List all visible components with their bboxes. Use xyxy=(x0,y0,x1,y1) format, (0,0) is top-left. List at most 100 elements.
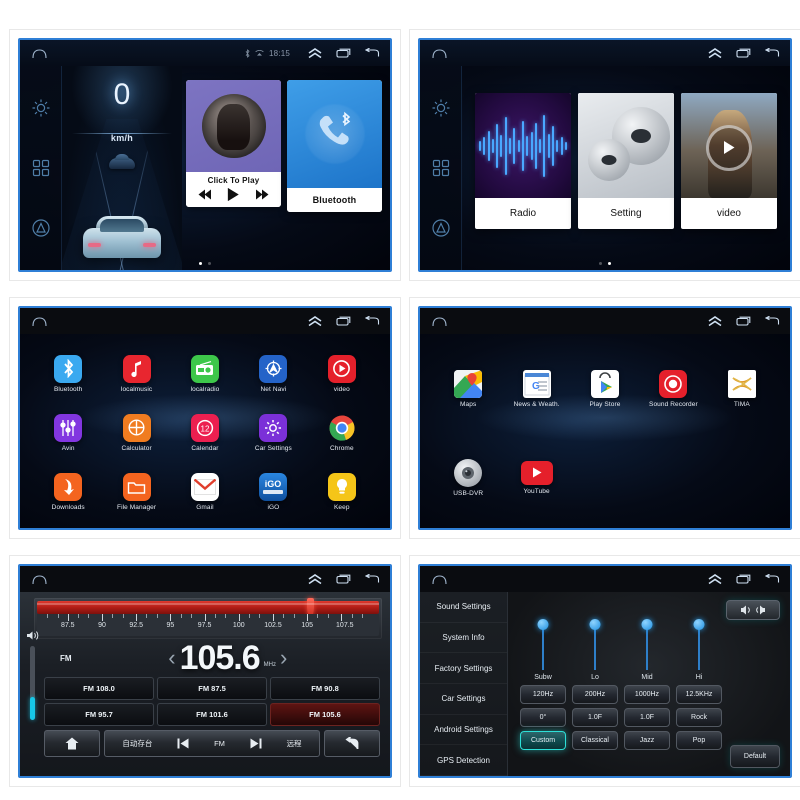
preset-button[interactable]: FM 101.6 xyxy=(157,703,267,726)
app-net-navi[interactable]: Net Navi xyxy=(239,344,307,403)
apps-grid-icon[interactable] xyxy=(31,158,51,178)
slider-hi[interactable]: Hi xyxy=(676,619,722,681)
balance-speakers-icon[interactable] xyxy=(726,600,780,620)
back-icon[interactable] xyxy=(765,316,780,326)
chevron-right-icon[interactable]: › xyxy=(280,647,287,669)
recents-icon[interactable] xyxy=(336,574,351,584)
speedometer-widget[interactable]: 0 km/h xyxy=(62,66,182,270)
recents-icon[interactable] xyxy=(736,574,751,584)
chevron-left-icon[interactable]: ‹ xyxy=(168,647,175,669)
slider-knob[interactable] xyxy=(589,619,601,630)
play-icon[interactable] xyxy=(227,188,240,201)
band-button[interactable]: FM xyxy=(214,739,225,748)
tile-video[interactable]: video xyxy=(681,93,777,229)
eq-freq-button[interactable]: 120Hz xyxy=(520,685,566,704)
autostore-button[interactable]: 自动存台 xyxy=(122,738,152,749)
back-icon[interactable] xyxy=(765,48,780,58)
preset-button-active[interactable]: FM 105.6 xyxy=(270,703,380,726)
app-usb-dvr[interactable]: USB-DVR xyxy=(434,433,502,522)
slider-knob[interactable] xyxy=(641,619,653,630)
chevron-up-icon[interactable] xyxy=(708,573,722,585)
tuner-bar[interactable] xyxy=(37,598,379,617)
page-dot[interactable] xyxy=(208,262,211,265)
app-gmail[interactable]: Gmail xyxy=(171,463,239,522)
eq-freq-button[interactable]: 200Hz xyxy=(572,685,618,704)
tuner-widget[interactable]: 87.5 90 92.5 95 97.5 100 102.5 105 107.5 xyxy=(34,598,382,639)
app-localradio[interactable]: localradio xyxy=(171,344,239,403)
slider-knob[interactable] xyxy=(537,619,549,630)
app-calendar[interactable]: 12 Calendar xyxy=(171,403,239,462)
app-video[interactable]: video xyxy=(308,344,376,403)
preset-button[interactable]: FM 95.7 xyxy=(44,703,154,726)
app-play-store[interactable]: Play Store xyxy=(571,344,639,433)
app-chrome[interactable]: Chrome xyxy=(308,403,376,462)
preset-button[interactable]: FM 90.8 xyxy=(270,677,380,700)
nav-item-gps-detection[interactable]: GPS Detection xyxy=(420,745,507,776)
chevron-up-icon[interactable] xyxy=(308,315,322,327)
eq-preset-custom[interactable]: Custom xyxy=(520,731,566,750)
back-icon[interactable] xyxy=(365,48,380,58)
app-downloads[interactable]: Downloads xyxy=(34,463,102,522)
home-icon[interactable] xyxy=(32,316,47,327)
preset-button[interactable]: FM 108.0 xyxy=(44,677,154,700)
home-icon[interactable] xyxy=(432,316,447,327)
next-track-icon[interactable] xyxy=(255,189,269,200)
slider-lo[interactable]: Lo xyxy=(572,619,618,681)
app-keep[interactable]: Keep xyxy=(308,463,376,522)
eq-freq-button[interactable]: 12.5KHz xyxy=(676,685,722,704)
page-dot[interactable] xyxy=(608,262,611,265)
tile-music[interactable]: Click To Play xyxy=(186,80,281,207)
app-bluetooth[interactable]: Bluetooth xyxy=(34,344,102,403)
next-track-icon[interactable] xyxy=(250,738,262,749)
app-tima[interactable]: TIMA xyxy=(708,344,776,433)
back-icon[interactable] xyxy=(365,574,380,584)
page-dot[interactable] xyxy=(199,262,202,265)
eq-value-button[interactable]: 0° xyxy=(520,708,566,727)
chevron-up-icon[interactable] xyxy=(708,315,722,327)
gear-icon[interactable] xyxy=(31,98,51,118)
tile-setting[interactable]: Setting xyxy=(578,93,674,229)
preset-button[interactable]: FM 87.5 xyxy=(157,677,267,700)
nav-item-system-info[interactable]: System Info xyxy=(420,623,507,654)
home-icon[interactable] xyxy=(432,574,447,585)
app-youtube[interactable]: YouTube xyxy=(502,433,570,522)
home-icon[interactable] xyxy=(32,48,47,59)
assistant-icon[interactable] xyxy=(431,218,451,238)
eq-preset-jazz[interactable]: Jazz xyxy=(624,731,670,750)
app-car-settings[interactable]: Car Settings xyxy=(239,403,307,462)
recents-icon[interactable] xyxy=(736,48,751,58)
remote-button[interactable]: 远程 xyxy=(287,738,302,749)
default-button[interactable]: Default xyxy=(730,745,780,768)
eq-value-button[interactable]: 1.0F xyxy=(624,708,670,727)
app-localmusic[interactable]: localmusic xyxy=(102,344,170,403)
slider-mid[interactable]: Mid xyxy=(624,619,670,681)
app-news-weather[interactable]: G News & Weath. xyxy=(502,344,570,433)
assistant-icon[interactable] xyxy=(31,218,51,238)
nav-item-factory-settings[interactable]: Factory Settings xyxy=(420,653,507,685)
chevron-up-icon[interactable] xyxy=(308,47,322,59)
home-button[interactable] xyxy=(44,730,100,757)
recents-icon[interactable] xyxy=(336,316,351,326)
prev-track-icon[interactable] xyxy=(177,738,189,749)
home-icon[interactable] xyxy=(32,574,47,585)
tile-bluetooth[interactable]: Bluetooth xyxy=(287,80,382,212)
eq-freq-button[interactable]: 1000Hz xyxy=(624,685,670,704)
app-file-manager[interactable]: File Manager xyxy=(102,463,170,522)
back-icon[interactable] xyxy=(365,316,380,326)
app-calculator[interactable]: Calculator xyxy=(102,403,170,462)
recents-icon[interactable] xyxy=(336,48,351,58)
back-button[interactable] xyxy=(324,730,380,757)
gear-icon[interactable] xyxy=(431,98,451,118)
eq-value-button[interactable]: Rock xyxy=(676,708,722,727)
app-igo[interactable]: iGO iGO xyxy=(239,463,307,522)
slider-knob[interactable] xyxy=(693,619,705,630)
back-icon[interactable] xyxy=(765,574,780,584)
home-icon[interactable] xyxy=(432,48,447,59)
app-sound-recorder[interactable]: Sound Recorder xyxy=(639,344,707,433)
eq-value-button[interactable]: 1.0F xyxy=(572,708,618,727)
nav-item-android-settings[interactable]: Android Settings xyxy=(420,715,507,746)
nav-item-sound-settings[interactable]: Sound Settings xyxy=(420,592,507,623)
eq-preset-pop[interactable]: Pop xyxy=(676,731,722,750)
recents-icon[interactable] xyxy=(736,316,751,326)
tile-radio[interactable]: Radio xyxy=(475,93,571,229)
